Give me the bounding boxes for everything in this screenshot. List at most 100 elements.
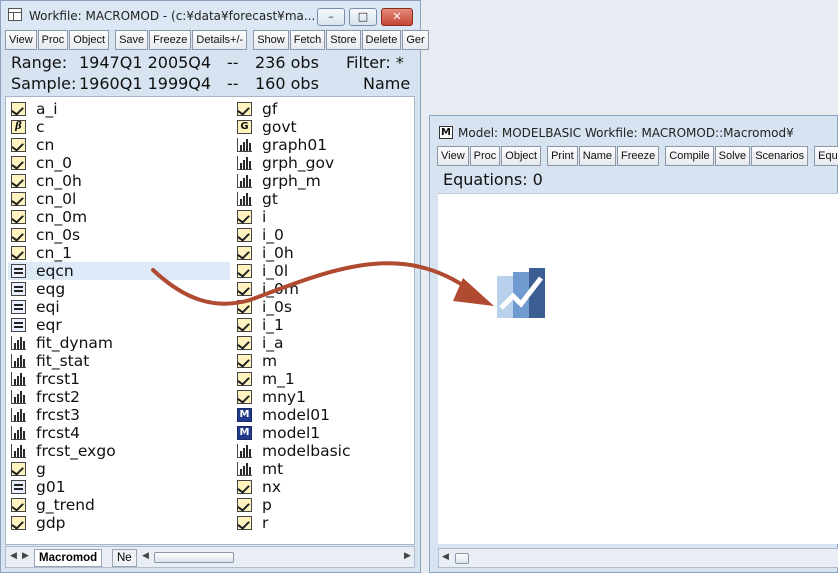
object-item[interactable]: frcst1 bbox=[8, 370, 230, 388]
model-hscroll-thumb[interactable] bbox=[455, 553, 469, 564]
object-item[interactable]: frcst_exgo bbox=[8, 442, 230, 460]
model-freeze-button[interactable]: Freeze bbox=[617, 146, 660, 166]
model-hscrollbar[interactable]: ◀ bbox=[438, 548, 838, 568]
range-value: 1947Q1 2005Q4 bbox=[79, 53, 212, 72]
fetch-button[interactable]: Fetch bbox=[289, 30, 326, 50]
object-item[interactable]: i_0m bbox=[234, 280, 412, 298]
object-item[interactable]: gt bbox=[234, 190, 412, 208]
model-hscroll-left-icon[interactable]: ◀ bbox=[442, 552, 449, 562]
object-item[interactable]: eqr bbox=[8, 316, 230, 334]
object-item[interactable]: cn_0s bbox=[8, 226, 230, 244]
tab-new-page[interactable]: Ne bbox=[112, 549, 137, 567]
object-name: modelbasic bbox=[262, 442, 351, 460]
object-name: i_0 bbox=[262, 226, 284, 244]
object-item[interactable]: eqcn bbox=[8, 262, 230, 280]
object-item[interactable]: eqi bbox=[8, 298, 230, 316]
genr-button[interactable]: Ger bbox=[402, 30, 429, 50]
object-item[interactable]: cn_0 bbox=[8, 154, 230, 172]
object-item[interactable]: i_0 bbox=[234, 226, 412, 244]
model-view-button[interactable]: View bbox=[437, 146, 469, 166]
object-item[interactable]: eqg bbox=[8, 280, 230, 298]
object-item[interactable]: βc bbox=[8, 118, 230, 136]
workfile-titlebar[interactable]: Workfile: MACROMOD - (c:¥data¥forecast¥m… bbox=[1, 1, 420, 29]
model-compile-button[interactable]: Compile bbox=[665, 146, 714, 166]
model-object-button[interactable]: Object bbox=[501, 146, 542, 166]
object-item[interactable]: i_0l bbox=[234, 262, 412, 280]
object-item[interactable]: i_1 bbox=[234, 316, 412, 334]
model-print-button[interactable]: Print bbox=[547, 146, 578, 166]
save-button[interactable]: Save bbox=[115, 30, 149, 50]
graph-icon bbox=[11, 426, 26, 440]
object-item[interactable]: nx bbox=[234, 478, 412, 496]
object-item[interactable]: cn_0m bbox=[8, 208, 230, 226]
model-solve-button[interactable]: Solve bbox=[714, 146, 751, 166]
object-item[interactable]: frcst4 bbox=[8, 424, 230, 442]
object-item[interactable]: modelbasic bbox=[234, 442, 412, 460]
model-equations-button[interactable]: Equa bbox=[814, 146, 838, 166]
workfile-tab-scrollbar[interactable]: ◀ ▶ Macromod Ne ◀ ▶ bbox=[5, 546, 415, 568]
hscroll-thumb[interactable] bbox=[154, 552, 234, 563]
model-scenarios-button[interactable]: Scenarios bbox=[751, 146, 809, 166]
tab-scroll-left-icon[interactable]: ◀ bbox=[10, 551, 17, 561]
object-item[interactable]: g_trend bbox=[8, 496, 230, 514]
object-item[interactable]: mt bbox=[234, 460, 412, 478]
model-name-button[interactable]: Name bbox=[578, 146, 617, 166]
range-row[interactable]: Range: 1947Q1 2005Q4 -- 236 obs Filter: … bbox=[11, 53, 411, 72]
maximize-button[interactable]: □ bbox=[349, 8, 377, 26]
object-item[interactable]: i_0s bbox=[234, 298, 412, 316]
tab-scroll-right-icon[interactable]: ▶ bbox=[22, 551, 29, 561]
object-item[interactable]: m bbox=[234, 352, 412, 370]
object-name: g bbox=[36, 460, 46, 478]
hscroll-right-icon[interactable]: ▶ bbox=[404, 551, 411, 561]
graph-icon bbox=[237, 138, 252, 152]
series-icon bbox=[237, 390, 252, 404]
delete-button[interactable]: Delete bbox=[361, 30, 402, 50]
minimize-button[interactable]: – bbox=[317, 8, 345, 26]
sample-row[interactable]: Sample: 1960Q1 1999Q4 -- 160 obs Name bbox=[11, 74, 411, 93]
object-item[interactable]: i bbox=[234, 208, 412, 226]
object-item[interactable]: m_1 bbox=[234, 370, 412, 388]
object-item[interactable]: g01 bbox=[8, 478, 230, 496]
show-button[interactable]: Show bbox=[253, 30, 289, 50]
object-item[interactable]: i_a bbox=[234, 334, 412, 352]
proc-button[interactable]: Proc bbox=[37, 30, 69, 50]
object-item[interactable]: graph01 bbox=[234, 136, 412, 154]
object-item[interactable]: p bbox=[234, 496, 412, 514]
model-icon: M bbox=[237, 426, 252, 440]
object-item[interactable]: g bbox=[8, 460, 230, 478]
object-item[interactable]: i_0h bbox=[234, 244, 412, 262]
freeze-button[interactable]: Freeze bbox=[149, 30, 192, 50]
object-item[interactable]: cn bbox=[8, 136, 230, 154]
object-item[interactable]: grph_gov bbox=[234, 154, 412, 172]
name-column-header[interactable]: Name bbox=[363, 74, 410, 93]
object-item[interactable]: cn_1 bbox=[8, 244, 230, 262]
object-item[interactable]: a_i bbox=[8, 100, 230, 118]
object-button[interactable]: Object bbox=[69, 30, 110, 50]
store-button[interactable]: Store bbox=[326, 30, 361, 50]
object-item[interactable]: fit_dynam bbox=[8, 334, 230, 352]
object-item[interactable]: grph_m bbox=[234, 172, 412, 190]
object-item[interactable]: r bbox=[234, 514, 412, 532]
object-item[interactable]: cn_0h bbox=[8, 172, 230, 190]
object-item[interactable]: cn_0l bbox=[8, 190, 230, 208]
object-item[interactable]: fit_stat bbox=[8, 352, 230, 370]
object-item[interactable]: frcst3 bbox=[8, 406, 230, 424]
series-icon bbox=[11, 174, 26, 188]
tab-macromod[interactable]: Macromod bbox=[34, 549, 103, 567]
object-item[interactable]: Ggovt bbox=[234, 118, 412, 136]
workfile-object-list[interactable]: a_i β c cn cn_0 cn_0h cn_0l cn_0m cn_0s cn_1 eqcn e… bbox=[5, 96, 415, 545]
close-button[interactable]: ✕ bbox=[381, 8, 413, 26]
object-item[interactable]: Mmodel01 bbox=[234, 406, 412, 424]
view-button[interactable]: View bbox=[5, 30, 37, 50]
series-icon bbox=[11, 138, 26, 152]
model-proc-button[interactable]: Proc bbox=[469, 146, 501, 166]
object-item[interactable]: Mmodel1 bbox=[234, 424, 412, 442]
hscroll-left-icon[interactable]: ◀ bbox=[142, 551, 149, 561]
object-item[interactable]: mny1 bbox=[234, 388, 412, 406]
object-item[interactable]: gdp bbox=[8, 514, 230, 532]
model-equation-area[interactable] bbox=[438, 193, 838, 544]
object-name: eqr bbox=[36, 316, 62, 334]
object-item[interactable]: frcst2 bbox=[8, 388, 230, 406]
object-item[interactable]: gf bbox=[234, 100, 412, 118]
details-button[interactable]: Details+/- bbox=[192, 30, 248, 50]
